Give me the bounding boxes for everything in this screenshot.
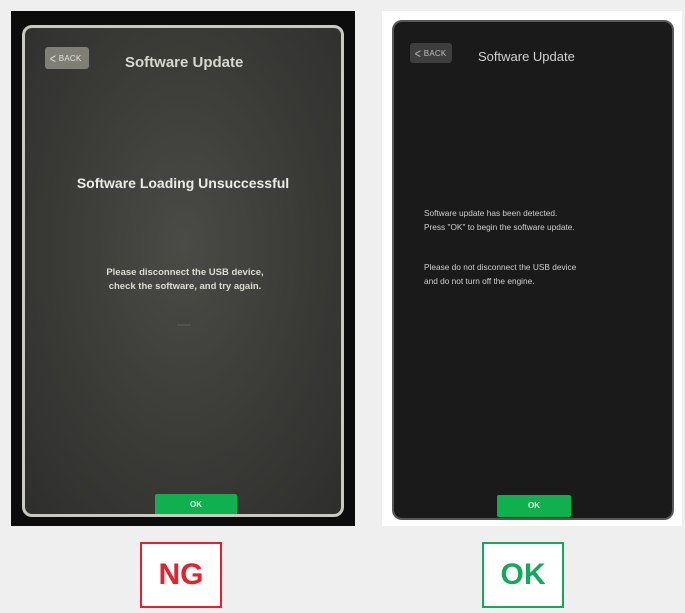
error-message: Please disconnect the USB device, check … (106, 267, 264, 292)
screen-title: Software Update (125, 54, 244, 71)
back-button-label: BACK (423, 48, 447, 58)
update-detected-message: Software update has been detected. Press… (424, 208, 575, 232)
screen-title: Software Update (478, 49, 575, 64)
back-button[interactable]: < BACK (410, 43, 452, 63)
chevron-left-icon: < (49, 50, 57, 66)
ok-screen: < BACK Software Update Software update h… (392, 20, 674, 520)
warning-message: Please do not disconnect the USB device … (424, 262, 577, 286)
divider (177, 324, 191, 326)
ok-button[interactable]: OK (497, 495, 571, 517)
chevron-left-icon: < (414, 45, 422, 61)
ok-photo: < BACK Software Update Software update h… (382, 11, 682, 526)
ok-button[interactable]: OK (155, 494, 237, 514)
ng-screen: < BACK Software Update Software Loading … (22, 25, 344, 517)
ng-photo: < BACK Software Update Software Loading … (11, 11, 355, 526)
error-heading: Software Loading Unsuccessful (76, 175, 290, 191)
back-button-label: BACK (58, 53, 82, 63)
ok-label: OK (482, 542, 564, 608)
back-button[interactable]: < BACK (45, 47, 89, 69)
ng-label: NG (140, 542, 222, 608)
